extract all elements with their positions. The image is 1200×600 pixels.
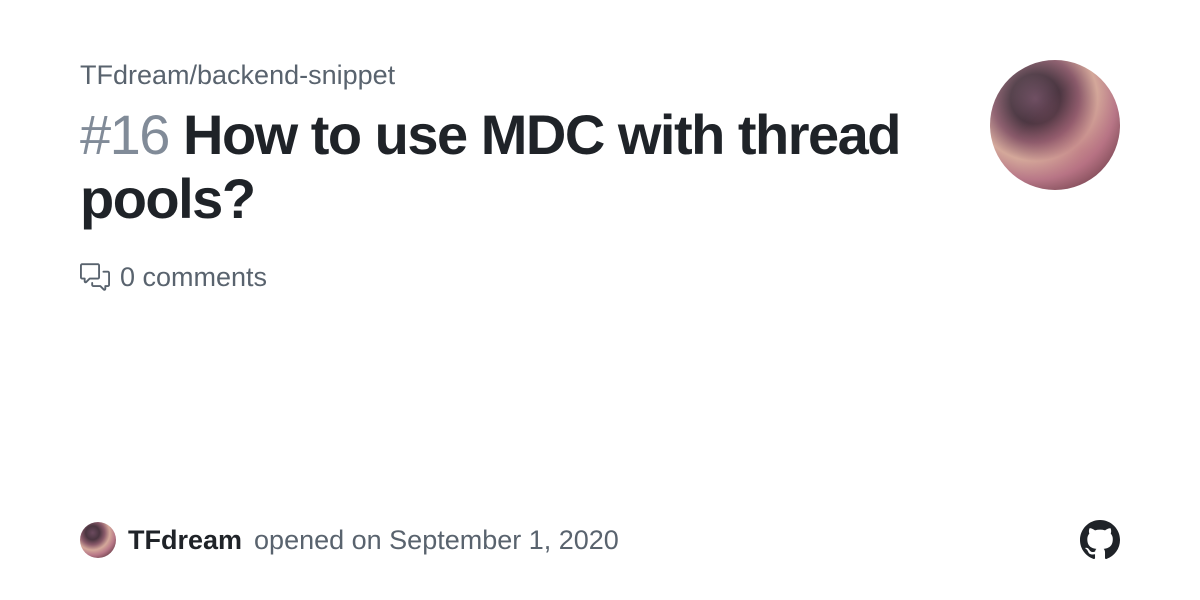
comments-summary: 0 comments [80, 262, 950, 293]
avatar[interactable] [990, 60, 1120, 190]
comments-count: 0 comments [120, 262, 267, 293]
opened-by-row: TFdream opened on September 1, 2020 [80, 522, 619, 558]
issue-title-text: How to use MDC with thread pools? [80, 103, 900, 230]
comment-discussion-icon [80, 262, 110, 292]
avatar-small[interactable] [80, 522, 116, 558]
github-logo-icon[interactable] [1080, 520, 1120, 560]
issue-header-text: TFdream/backend-snippet #16 How to use M… [80, 60, 950, 293]
issue-title: #16 How to use MDC with thread pools? [80, 103, 950, 232]
issue-number: #16 [80, 103, 169, 166]
issue-footer: TFdream opened on September 1, 2020 [80, 520, 1120, 560]
issue-header: TFdream/backend-snippet #16 How to use M… [80, 60, 1120, 293]
repo-path[interactable]: TFdream/backend-snippet [80, 60, 950, 91]
opened-on-text: opened on September 1, 2020 [254, 525, 619, 556]
username-link[interactable]: TFdream [128, 525, 242, 556]
